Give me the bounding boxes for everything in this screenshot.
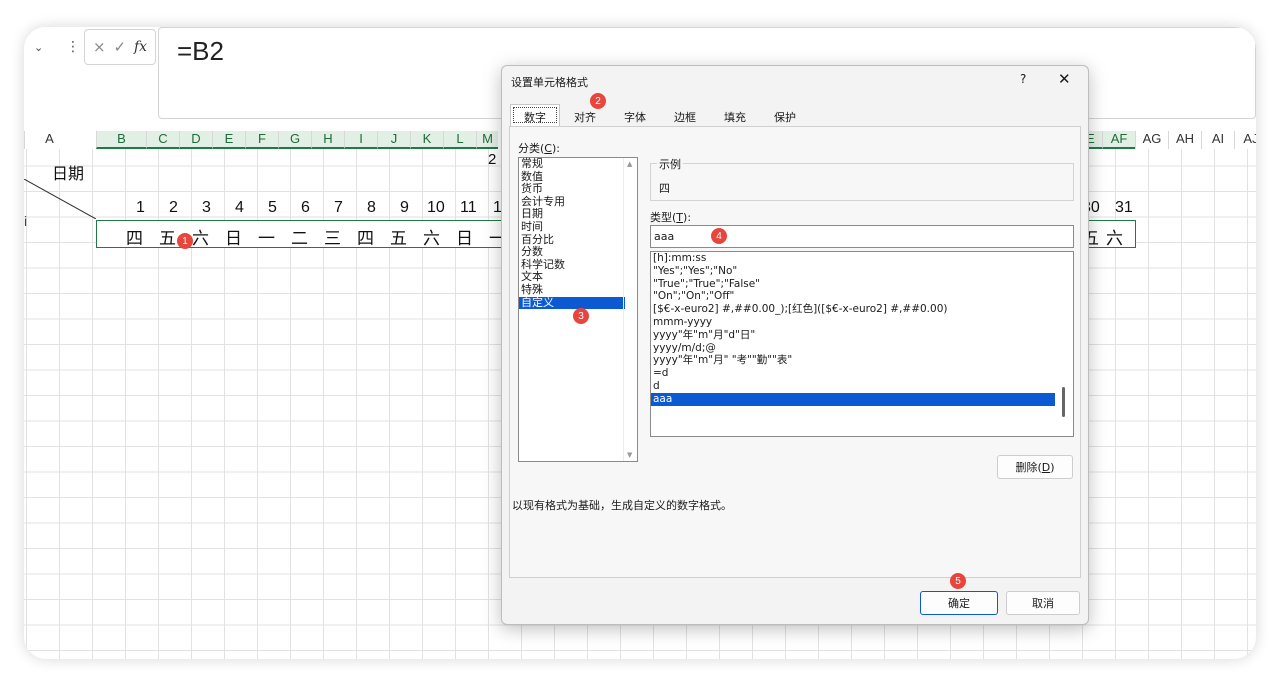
column-header-h[interactable]: H <box>311 131 344 149</box>
weekday-cell[interactable]: 六 <box>1106 224 1123 249</box>
format-item[interactable]: aaa <box>651 392 1055 406</box>
step-badge-5: 5 <box>950 573 966 589</box>
namebox-dropdown-icon[interactable]: ⌄ <box>34 41 43 54</box>
category-item[interactable]: 分数 <box>519 246 625 259</box>
day-number: 8 <box>367 199 376 216</box>
format-item[interactable]: yyyy"年"m"月"d"日" <box>651 329 1055 342</box>
weekday-cell[interactable]: 日 <box>225 224 242 249</box>
day-number: 3 <box>202 199 211 216</box>
step-badge-4: 4 <box>711 228 727 244</box>
column-header-ai[interactable]: AI <box>1201 131 1234 149</box>
sample-label: 示例 <box>657 156 683 172</box>
type-label: 类型(T): <box>650 211 692 224</box>
scroll-down-icon[interactable]: ▼ <box>627 451 632 459</box>
tab-6[interactable]: 保护 <box>760 104 810 126</box>
weekday-cell[interactable]: 六 <box>192 224 209 249</box>
column-header-e[interactable]: E <box>212 131 245 149</box>
column-header-j[interactable]: J <box>377 131 410 149</box>
weekday-cell[interactable]: 三 <box>324 224 341 249</box>
column-header-l[interactable]: L <box>443 131 476 149</box>
tab-4[interactable]: 边框 <box>660 104 710 126</box>
dialog-tabs: 数字 对齐 字体 边框 填充 保护 <box>510 104 810 126</box>
delete-button[interactable]: 删除(D) <box>997 455 1073 479</box>
weekday-cell[interactable]: 五 <box>390 224 407 249</box>
column-header-aj[interactable]: AJ <box>1234 131 1256 149</box>
format-item[interactable]: yyyy/m/d;@ <box>651 342 1055 355</box>
format-item[interactable]: mmm-yyyy <box>651 316 1055 329</box>
column-header-b[interactable]: B <box>96 131 146 149</box>
day-number: 11 <box>460 199 477 216</box>
step-badge-3: 3 <box>573 308 589 324</box>
number-tab-panel: 分类(C): ▲ ▼ 常规 数值 货币 会计专用 日期 时间 百分比 分数 科学记数 文本 特殊 自定… <box>509 126 1081 578</box>
category-item[interactable]: 常规 <box>519 157 625 171</box>
day-number: 31 <box>1115 199 1133 216</box>
day-number: 10 <box>427 199 445 216</box>
format-item[interactable]: "True";"True";"False" <box>651 278 1055 291</box>
cancel-icon[interactable]: × <box>93 38 106 56</box>
day-number: 1 <box>136 199 145 216</box>
weekday-cell[interactable]: 日 <box>456 224 473 249</box>
day-number: 2 <box>169 199 178 216</box>
tab-3[interactable]: 字体 <box>610 104 660 126</box>
weekday-cell[interactable]: 六 <box>423 224 440 249</box>
tab-5[interactable]: 填充 <box>710 104 760 126</box>
column-header-g[interactable]: G <box>278 131 311 149</box>
column-header-af[interactable]: AF <box>1102 131 1135 149</box>
column-header-a[interactable]: A <box>24 131 74 149</box>
format-item[interactable]: [h]:mm:ss <box>651 252 1055 265</box>
format-item[interactable]: "Yes";"Yes";"No" <box>651 265 1055 278</box>
column-header-ah[interactable]: AH <box>1168 131 1201 149</box>
more-options-icon[interactable]: ⋮ <box>66 39 80 55</box>
sample-value: 四 <box>659 182 670 195</box>
weekday-cell[interactable]: 二 <box>291 224 308 249</box>
category-label: 分类(C): <box>518 142 560 155</box>
description-text: 以现有格式为基础，生成自定义的数字格式。 <box>512 499 732 512</box>
format-item[interactable]: yyyy"年"m"月" "考""勤""表" <box>651 354 1055 367</box>
format-list[interactable]: [h]:mm:ss "Yes";"Yes";"No" "True";"True";"… <box>650 251 1074 437</box>
day-number: 6 <box>301 199 310 216</box>
day-number: 9 <box>400 199 409 216</box>
formula-buttons: × ✓ fx <box>84 29 156 65</box>
partial-year-text: 2 <box>488 151 497 168</box>
sample-group: 示例 四 <box>650 156 1074 201</box>
confirm-icon[interactable]: ✓ <box>113 38 126 56</box>
category-item[interactable]: 时间 <box>519 220 625 234</box>
weekday-cell[interactable]: 四 <box>126 224 143 249</box>
dialog-title: 设置单元格格式 <box>511 76 588 89</box>
day-number: 4 <box>235 199 244 216</box>
column-header-f[interactable]: F <box>245 131 278 149</box>
column-header-m[interactable]: M <box>476 131 498 149</box>
column-header-c[interactable]: C <box>146 131 179 149</box>
category-scrollbar[interactable]: ▲ ▼ <box>623 158 637 461</box>
weekday-cell[interactable]: 四 <box>357 224 374 249</box>
category-item[interactable]: 货币 <box>519 183 625 196</box>
format-item[interactable]: "On";"On";"Off" <box>651 290 1055 303</box>
format-item[interactable]: [$€-x-euro2] #,##0.00_);[红色]([$€-x-euro2… <box>651 303 1055 316</box>
column-header-ag[interactable]: AG <box>1135 131 1168 149</box>
diagonal-border <box>24 179 96 219</box>
format-item[interactable]: =d <box>651 367 1055 380</box>
cancel-button[interactable]: 取消 <box>1006 591 1080 615</box>
column-header-d[interactable]: D <box>179 131 212 149</box>
step-badge-1: 1 <box>177 233 193 249</box>
scroll-up-icon[interactable]: ▲ <box>627 160 632 168</box>
format-list-scrollbar[interactable] <box>1062 387 1065 417</box>
close-button[interactable]: ✕ <box>1058 70 1071 88</box>
column-header-k[interactable]: K <box>410 131 443 149</box>
day-number: 7 <box>334 199 343 216</box>
day-number: 5 <box>268 199 277 216</box>
category-item[interactable]: 自定义 <box>519 296 625 310</box>
weekday-cell[interactable]: 五 <box>159 224 176 249</box>
format-item[interactable]: d <box>651 380 1055 393</box>
column-header-i[interactable]: I <box>344 131 377 149</box>
ok-button[interactable]: 确定 <box>920 591 998 615</box>
step-badge-2: 2 <box>590 93 606 109</box>
tab-1[interactable]: 数字 <box>510 104 560 126</box>
weekday-cell[interactable]: 一 <box>258 224 275 249</box>
help-button[interactable]: ? <box>1020 72 1026 86</box>
insert-function-icon[interactable]: fx <box>134 39 147 55</box>
category-item[interactable]: 特殊 <box>519 283 625 297</box>
format-cells-dialog: 设置单元格格式 ? ✕ 数字 对齐 字体 边框 填充 保护 分类(C): ▲ ▼ 常规 数值… <box>501 65 1089 625</box>
